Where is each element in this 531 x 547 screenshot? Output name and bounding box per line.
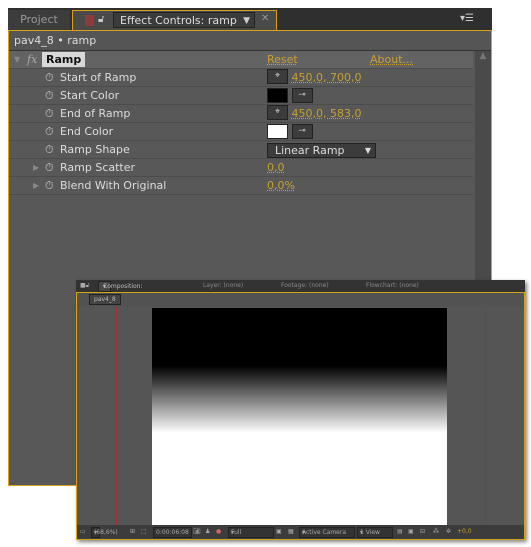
timecode[interactable]: 0:00:06:08 — [153, 527, 192, 538]
property-label: Blend With Original — [60, 179, 167, 192]
fx-icon[interactable]: fx — [27, 51, 37, 68]
tab-effect-controls[interactable]: 🔓︎ Effect Controls: ramp ▼ ✕ — [72, 10, 277, 32]
property-row: ⏱︎ End of Ramp ⌖ 450,0, 583,0 — [9, 105, 473, 123]
tab-title: Effect Controls: ramp — [120, 14, 237, 27]
effect-header-row[interactable]: ▼ fx Ramp Reset About... — [9, 51, 473, 69]
composition-tab-bar: ■🔓︎ Composition: pav4_8 ▾ Layer: (none) … — [76, 280, 525, 299]
transparency-icon[interactable]: ▦ — [288, 525, 294, 539]
ramp-shape-value: Linear Ramp — [275, 144, 345, 157]
stopwatch-icon[interactable]: ⏱︎ — [45, 141, 54, 158]
fast-preview-icon[interactable]: ▤ — [397, 525, 403, 539]
composition-subtab[interactable]: pav4_8 — [89, 294, 121, 305]
chevron-down-icon: ▼ — [364, 146, 371, 155]
lock-icon[interactable]: 🔓︎ — [98, 14, 104, 25]
viewer-toolbar: ▭ (68,6%) ▾ ⊞ ⬚ 0:00:06:08 📷︎ ♟ ● Full ▾… — [77, 525, 524, 539]
effect-controls-dropdown[interactable]: Effect Controls: ramp ▼ — [113, 12, 255, 28]
magnification-dropdown[interactable]: (68,6%) ▾ — [91, 527, 118, 538]
camera-value: Active Camera — [302, 529, 347, 536]
crosshair-icon[interactable]: ⌖ — [267, 105, 288, 120]
start-of-ramp-value[interactable]: 450,0, 700,0 — [292, 71, 362, 84]
resolution-value: Full — [231, 529, 242, 536]
toggle-pixel-icon[interactable]: ▣ — [408, 525, 414, 539]
resolution-dropdown[interactable]: Full ▾ — [228, 527, 274, 538]
composition-panel: ■🔓︎ Composition: pav4_8 ▾ Layer: (none) … — [76, 280, 525, 540]
label-color-icon — [85, 15, 94, 26]
property-row: ⏱︎ Start of Ramp ⌖ 450,0, 700,0 — [9, 69, 473, 87]
guide-line[interactable] — [116, 307, 117, 525]
reset-link[interactable]: Reset — [267, 51, 298, 68]
chevron-down-icon: ▼ — [243, 16, 250, 26]
flowchart-icon[interactable]: ⁂ — [433, 525, 439, 539]
stopwatch-icon[interactable]: ⏱︎ — [45, 69, 54, 86]
property-label: Start Color — [60, 89, 120, 102]
tab-footage[interactable]: Footage: (none) — [281, 280, 329, 292]
exposure-icon[interactable]: ✲ — [446, 525, 451, 539]
expand-triangle-icon[interactable]: ▶ — [33, 177, 39, 194]
tab-flowchart[interactable]: Flowchart: (none) — [366, 280, 419, 292]
expand-triangle-icon[interactable]: ▶ — [33, 159, 39, 176]
close-icon[interactable]: ✕ — [261, 13, 269, 24]
views-value: 1 View — [360, 529, 380, 536]
camera-dropdown[interactable]: Active Camera ▾ — [299, 527, 355, 538]
property-label: Ramp Scatter — [60, 161, 136, 174]
about-link[interactable]: About... — [370, 51, 413, 68]
property-row: ▶ ⏱︎ Ramp Scatter 0,0 — [9, 159, 473, 177]
panel-tab-bar: Project 🔓︎ Effect Controls: ramp ▼ ✕ ▾☰ — [8, 8, 492, 32]
always-preview-icon[interactable]: ▭ — [80, 525, 86, 539]
effect-name: Ramp — [42, 52, 86, 67]
breadcrumb: pav4_8 • ramp — [9, 31, 491, 51]
property-label: Start of Ramp — [60, 71, 137, 84]
scroll-up-icon[interactable]: ▲ — [475, 51, 491, 61]
eyedropper-icon[interactable]: ⊸ — [291, 124, 313, 139]
property-label: End of Ramp — [60, 107, 131, 120]
stopwatch-icon[interactable]: ⏱︎ — [45, 159, 54, 176]
views-dropdown[interactable]: 1 View ▾ — [357, 527, 393, 538]
eyedropper-icon[interactable]: ⊸ — [291, 88, 313, 103]
end-of-ramp-value[interactable]: 450,0, 583,0 — [292, 107, 362, 120]
property-label: Ramp Shape — [60, 143, 130, 156]
tab-composition[interactable]: Composition: pav4_8 ▾ — [98, 281, 143, 299]
ramp-preview-image — [152, 308, 447, 525]
tab-layer[interactable]: Layer: (none) — [203, 280, 243, 292]
guide-line[interactable] — [485, 307, 486, 525]
composition-viewer[interactable] — [77, 307, 524, 525]
camera-icon[interactable]: 📷︎ — [193, 525, 201, 539]
lock-icon[interactable]: ■🔓︎ — [80, 280, 90, 292]
property-row: ▶ ⏱︎ Blend With Original 0,0% — [9, 177, 473, 195]
property-row: ⏱︎ Start Color ⊸ — [9, 87, 473, 105]
composition-body: pav4_8 ▭ (68,6%) ▾ ⊞ ⬚ 0:00:06:08 📷︎ ♟ ●… — [76, 292, 525, 540]
stopwatch-icon[interactable]: ⏱︎ — [45, 105, 54, 122]
ramp-shape-dropdown[interactable]: Linear Ramp ▼ — [267, 143, 376, 158]
zoom-value: (68,6%) — [94, 529, 118, 536]
ramp-scatter-value[interactable]: 0,0 — [267, 159, 285, 176]
crosshair-icon[interactable]: ⌖ — [267, 69, 288, 84]
blend-value[interactable]: 0,0% — [267, 177, 295, 194]
stopwatch-icon[interactable]: ⏱︎ — [45, 123, 54, 140]
property-label: End Color — [60, 125, 114, 138]
expand-triangle-icon[interactable]: ▼ — [14, 51, 20, 68]
mask-icon[interactable]: ⬚ — [141, 525, 147, 539]
stopwatch-icon[interactable]: ⏱︎ — [45, 177, 54, 194]
stopwatch-icon[interactable]: ⏱︎ — [45, 87, 54, 104]
end-color-swatch[interactable] — [267, 124, 288, 139]
timeline-icon[interactable]: ⊟ — [420, 525, 425, 539]
color-icon[interactable]: ● — [216, 525, 221, 539]
exposure-value[interactable]: +0,0 — [457, 525, 472, 539]
tab-project[interactable]: Project — [8, 10, 70, 30]
property-row: ⏱︎ End Color ⊸ — [9, 123, 473, 141]
property-row: ⏱︎ Ramp Shape Linear Ramp ▼ — [9, 141, 473, 159]
grid-icon[interactable]: ⊞ — [130, 525, 135, 539]
start-color-swatch[interactable] — [267, 88, 288, 103]
channel-icon[interactable]: ♟ — [205, 525, 210, 539]
panel-menu-icon[interactable]: ▾☰ — [460, 13, 474, 24]
roi-icon[interactable]: ▣ — [276, 525, 282, 539]
